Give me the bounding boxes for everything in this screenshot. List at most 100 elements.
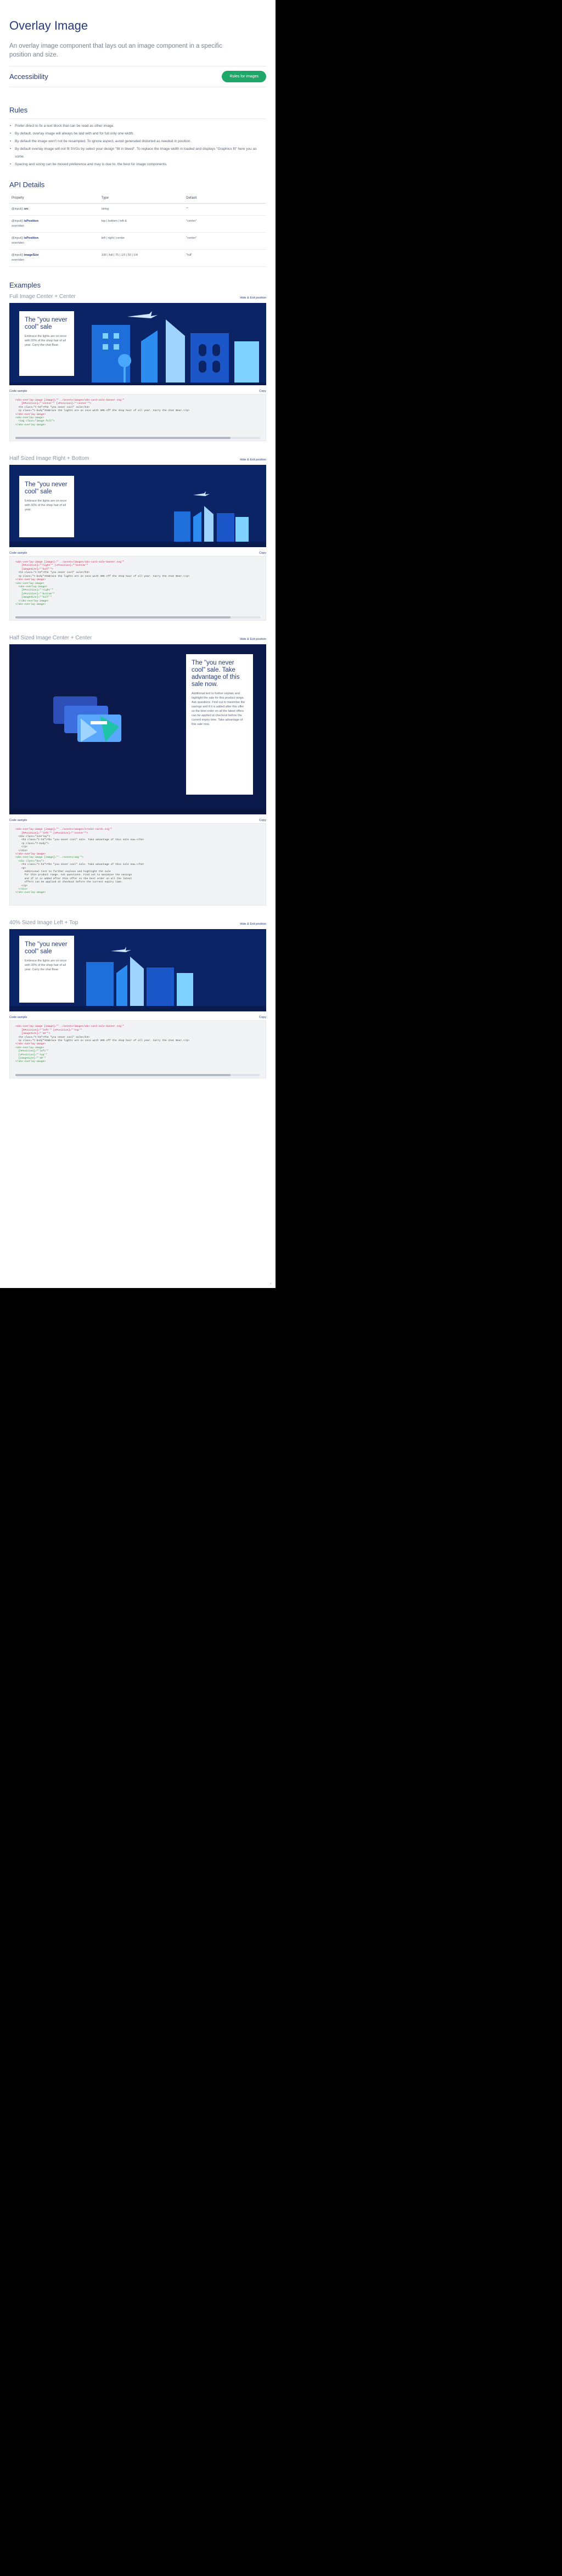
resize-handle-icon[interactable]: ⌟ xyxy=(268,1280,273,1286)
rule-item: Prefer direct to fix a text block that c… xyxy=(9,122,266,130)
example-title: Half Sized Image Center + Center xyxy=(9,635,92,642)
code-label: Code sample xyxy=(9,390,27,393)
api-col-property: Property xyxy=(9,193,99,204)
code-line: [vPosition]="'bottom'" xyxy=(15,592,55,595)
api-prop-decorator: @input() xyxy=(12,207,24,211)
horizontal-scrollbar[interactable] xyxy=(15,437,260,440)
code-line: <h3 class="t-h3">The "you never cool" sa… xyxy=(15,571,90,575)
accessibility-button[interactable]: Rules for images xyxy=(222,71,266,82)
code-line: <p class="t-body">Embrace the lights are… xyxy=(15,575,190,578)
code-line: </ubs-overlay-image> xyxy=(15,423,46,426)
code-line: [vPosition]="'top'" xyxy=(15,1053,47,1056)
code-sample[interactable]: <ubs-overlay-image [image]="'../assets/i… xyxy=(9,1020,266,1078)
copy-button[interactable]: Copy xyxy=(259,390,266,393)
code-line: </p> xyxy=(15,884,28,887)
api-prop-decorator: @input() xyxy=(12,254,24,257)
page-title: Overlay Image xyxy=(9,19,88,32)
card-body: Additional text to further explain and h… xyxy=(192,692,245,727)
view-toggle-link[interactable]: Hide & Exit position xyxy=(240,923,266,926)
card-title: The "you never cool" sale xyxy=(25,941,68,955)
code-line: <div class="box"> xyxy=(15,859,44,863)
table-row: @input() imageSize overriden 100 | full |… xyxy=(9,249,266,267)
api-prop-decorator: @input() xyxy=(12,220,24,223)
code-line: </div> xyxy=(15,888,28,891)
rules-heading: Rules xyxy=(9,106,28,114)
api-prop-note: overriden xyxy=(12,241,24,245)
api-prop-note: overriden xyxy=(12,258,24,262)
rule-item: By default, overlay image will always be… xyxy=(9,130,266,138)
api-prop-default: "full" xyxy=(184,249,266,267)
code-line: <h3 class="t-h3">The "you never cool" sa… xyxy=(15,839,144,842)
code-line: </ubs-overlay-image> xyxy=(15,578,46,582)
example-demo-cards: The "you never cool" sale. Take advantag… xyxy=(9,644,266,815)
code-line: <ubs-overlay-image> xyxy=(15,1046,44,1049)
code-sample[interactable]: <ubs-overlay-image [image]="'../assets/i… xyxy=(9,556,266,621)
api-col-default: Default xyxy=(184,193,266,204)
code-line: <ubs-overlay-image> xyxy=(15,585,47,588)
example-header: 40% Sized Image Left + Top Hide & Exit p… xyxy=(9,920,266,926)
code-line: Additional text to further explain and h… xyxy=(15,870,111,874)
overlay-card: The "you never cool" sale. Take advantag… xyxy=(186,654,253,795)
rule-item: By default the image won't not be resamp… xyxy=(9,138,266,145)
code-line: <h3 class="t-h3">The "you never cool" sa… xyxy=(15,1036,90,1039)
code-line: <ubs-overlay-image> xyxy=(15,417,44,420)
code-line: <p class="t-body"> xyxy=(15,842,49,845)
code-header: Code sample Copy xyxy=(9,1016,266,1019)
api-col-type: Type xyxy=(99,193,184,204)
code-line: </div> xyxy=(15,849,28,852)
example-title: 40% Sized Image Left + Top xyxy=(9,920,78,926)
api-prop-name: isPosition xyxy=(24,220,38,223)
accessibility-row: Accessibility Rules for images xyxy=(9,66,266,87)
copy-button[interactable]: Copy xyxy=(259,1016,266,1019)
api-prop-type: string xyxy=(99,203,184,216)
code-line: <ubs-overlay-image [image]="'../assets/i… xyxy=(15,1025,125,1028)
view-toggle-link[interactable]: Hide & Exit position xyxy=(240,296,266,300)
api-prop-type: left | right | center xyxy=(99,232,184,250)
accessibility-label: Accessibility xyxy=(9,72,48,81)
api-table: Property Type Default @input() src strin… xyxy=(9,193,266,267)
api-prop-type: 100 | full | 75 | 1/3 | 50 | 1/4 xyxy=(99,249,184,267)
code-header: Code sample Copy xyxy=(9,552,266,555)
card-body: Embrace the lights are on once with 30% … xyxy=(25,499,67,512)
copy-button[interactable]: Copy xyxy=(259,552,266,555)
code-line: </ubs-overlay-image> xyxy=(15,413,46,416)
view-toggle-link[interactable]: Hide & Exit position xyxy=(240,458,266,462)
example-demo-half: The "you never cool" sale Embrace the li… xyxy=(9,465,266,548)
api-heading: API Details xyxy=(9,181,45,189)
code-line: </ubs-overlay-image> xyxy=(15,603,46,606)
card-body: Embrace the lights are on once with 30% … xyxy=(25,959,67,972)
table-row: @input() src string "" xyxy=(9,203,266,216)
code-sample[interactable]: <ubs-overlay-image [image]="'../assets/i… xyxy=(9,394,266,442)
code-line: [hPosition]="'right'" [vPosition]="'bott… xyxy=(15,564,88,567)
card-body: Embrace the lights are on once with 30% … xyxy=(25,335,67,347)
example-title: Half Sized Image Right + Bottom xyxy=(9,455,89,462)
card-title: The "you never cool" sale xyxy=(25,481,68,496)
code-sample[interactable]: <ubs-overlay-image [image]="'../assets/i… xyxy=(9,823,266,906)
view-toggle-link[interactable]: Hide & Exit position xyxy=(240,638,266,641)
api-prop-decorator: @input() xyxy=(12,237,24,240)
code-line: <h3 class="t-h3">The "you never cool" sa… xyxy=(15,406,90,409)
example-header: Full Image Center + Center Hide & Exit p… xyxy=(9,294,266,300)
code-label: Code sample xyxy=(9,819,27,823)
code-line: </ubs-overlay-image> xyxy=(15,891,46,895)
api-prop-name: src xyxy=(24,207,29,211)
code-label: Code sample xyxy=(9,552,27,555)
code-line: <p> xyxy=(15,867,26,870)
api-prop-default: "center" xyxy=(184,232,266,250)
code-line: <ubs-overlay-image [image]="'../assets/i… xyxy=(15,856,84,859)
code-line: <h3 class="t-h3">The "you never cool" sa… xyxy=(15,863,144,867)
code-line: <p class="t-body">Embrace the lights are… xyxy=(15,1039,190,1042)
copy-button[interactable]: Copy xyxy=(259,819,266,822)
code-line: <ubs-overlay-image [image]="'../assets/i… xyxy=(15,561,125,564)
code-line: <ubs-overlay-image [image]="'../assets/i… xyxy=(15,399,125,402)
horizontal-scrollbar[interactable] xyxy=(15,1073,260,1076)
api-prop-default: "" xyxy=(184,203,266,216)
horizontal-scrollbar[interactable] xyxy=(15,616,260,619)
code-line: </p> xyxy=(15,846,28,849)
code-line: [hPosition]="'left'" xyxy=(15,1050,49,1053)
code-line: offers can be applied at checkout before… xyxy=(15,881,123,884)
example-header: Half Sized Image Right + Bottom Hide & E… xyxy=(9,455,266,462)
rules-list: Prefer direct to fix a text block that c… xyxy=(9,119,266,168)
code-line: [hPosition]="'left'" [vPosition]="'cente… xyxy=(15,831,88,835)
code-line: [imageSize]="'half'" xyxy=(15,596,52,599)
